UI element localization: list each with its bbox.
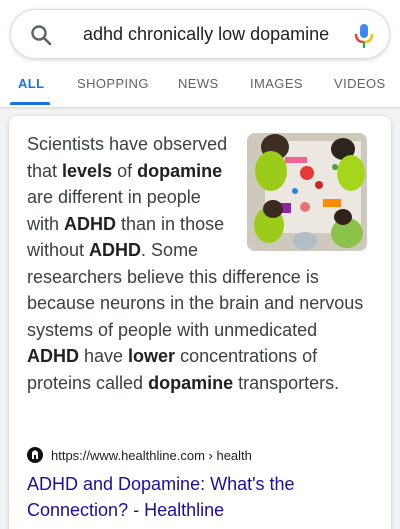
healthline-favicon-icon — [27, 447, 43, 463]
snippet-text-run: have — [79, 346, 129, 366]
search-bar[interactable]: adhd chronically low dopamine — [10, 9, 390, 59]
tab-all[interactable]: ALL — [18, 76, 44, 91]
snippet-text-run: transporters. — [233, 372, 340, 393]
snippet-thumbnail[interactable] — [247, 133, 367, 251]
result-source[interactable]: https://www.healthline.com › health — [27, 444, 252, 466]
snippet-bold-term: lower — [128, 346, 176, 366]
snippet-bold-term: levels — [62, 160, 113, 181]
children-painting-photo-icon — [247, 133, 367, 251]
featured-snippet-card: Scientists have observed that levels of … — [9, 116, 391, 529]
active-tab-indicator — [10, 102, 50, 105]
snippet-text: Scientists have observed that levels of … — [27, 131, 367, 396]
tab-videos[interactable]: VIDEOS — [334, 76, 386, 91]
source-url[interactable]: https://www.healthline.com › health — [51, 448, 252, 463]
snippet-text-run: of — [112, 160, 138, 181]
search-tabs: ALL SHOPPING NEWS IMAGES VIDEOS — [0, 66, 400, 105]
snippet-bold-term: ADHD — [64, 213, 117, 234]
search-icon[interactable] — [29, 23, 53, 47]
snippet-bold-term: dopamine — [137, 160, 223, 181]
tab-shopping[interactable]: SHOPPING — [77, 76, 149, 91]
search-input[interactable]: adhd chronically low dopamine — [83, 24, 329, 45]
snippet-bold-term: ADHD — [27, 346, 79, 366]
snippet-bold-term: dopamine — [148, 372, 234, 393]
microphone-icon[interactable] — [353, 23, 375, 49]
snippet-bold-term: ADHD — [89, 240, 142, 260]
tab-news[interactable]: NEWS — [178, 76, 219, 91]
tab-images[interactable]: IMAGES — [250, 76, 303, 91]
search-header: adhd chronically low dopamine ALL SHOPPI… — [0, 0, 400, 107]
result-title-link[interactable]: ADHD and Dopamine: What's the Connection… — [27, 471, 367, 523]
